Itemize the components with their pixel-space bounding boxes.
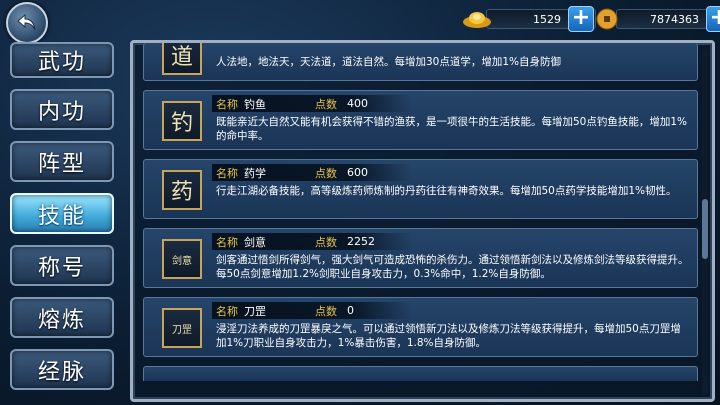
scrollbar[interactable] xyxy=(702,49,708,395)
medicine-skill-icon: 药 xyxy=(162,170,202,210)
back-arrow-icon xyxy=(17,13,36,31)
skill-description: 浸淫刀法养成的刀罡暴戾之气。可以通过领悟新刀法以及修炼刀法等级获得提升，每增加5… xyxy=(216,323,681,349)
skill-header: 名称 刀罡 点数 0 xyxy=(212,302,412,319)
ingot-currency: 1529 + xyxy=(462,6,596,32)
tab-formation[interactable]: 阵型 xyxy=(10,141,114,182)
skill-item-fishing[interactable]: 钓 名称 钓鱼 点数 400 既能亲近大自然又能有机会获得不错的渔获，是一项很牛… xyxy=(143,90,698,150)
fishing-skill-icon: 钓 xyxy=(162,101,202,141)
skill-item-medicine[interactable]: 药 名称 药学 点数 600 行走江湖必备技能，高等级炼药师炼制的丹药往往有神奇… xyxy=(143,159,698,219)
points-label: 点数 xyxy=(315,304,337,318)
skill-name: 刀罡 xyxy=(244,304,266,318)
tab-smelting[interactable]: 熔炼 xyxy=(10,297,114,338)
skill-description: 行走江湖必备技能，高等级炼药师炼制的丹药往往有神奇效果。每增加50点药学技能增加… xyxy=(216,185,677,197)
skill-list-panel[interactable]: 道 人法地，地法天，天法道，道法自然。每增加30点道学，增加1%自身防御 钓 名… xyxy=(130,40,715,402)
sword-intent-skill-icon: 剑意 xyxy=(162,239,202,279)
skill-name: 药学 xyxy=(244,166,266,180)
points-label: 点数 xyxy=(315,166,337,180)
back-button[interactable] xyxy=(6,2,48,44)
category-tabs: 武功 内功 阵型 技能 称号 熔炼 经脉 xyxy=(10,42,114,401)
blade-aura-skill-icon: 刀罡 xyxy=(162,308,202,348)
points-label: 点数 xyxy=(315,97,337,111)
tab-meridians[interactable]: 经脉 xyxy=(10,349,114,390)
name-label: 名称 xyxy=(216,235,238,249)
copper-coin-icon xyxy=(592,7,622,31)
skill-points: 400 xyxy=(347,97,368,110)
skill-item-sword-intent[interactable]: 剑意 名称 剑意 点数 2252 剑客通过悟剑所得剑气，强大剑气可造成恐怖的杀伤… xyxy=(143,228,698,288)
tab-inner-skill[interactable]: 内功 xyxy=(10,89,114,130)
skill-description: 既能亲近大自然又能有机会获得不错的渔获，是一项很牛的生活技能。每增加50点钓鱼技… xyxy=(216,116,688,142)
skill-points: 0 xyxy=(347,304,354,317)
gold-ingot-icon xyxy=(462,7,492,31)
skill-header: 名称 剑意 点数 2252 xyxy=(212,233,412,250)
name-label: 名称 xyxy=(216,166,238,180)
scrollbar-thumb[interactable] xyxy=(702,199,708,259)
skill-points: 2252 xyxy=(347,235,375,248)
skill-description: 人法地，地法天，天法道，道法自然。每增加30点道学，增加1%自身防御 xyxy=(216,56,562,68)
tab-titles[interactable]: 称号 xyxy=(10,245,114,286)
skill-list[interactable]: 道 人法地，地法天，天法道，道法自然。每增加30点道学，增加1%自身防御 钓 名… xyxy=(143,43,698,381)
add-coins-button[interactable]: + xyxy=(706,6,720,32)
skill-name: 钓鱼 xyxy=(244,97,266,111)
add-ingots-button[interactable]: + xyxy=(568,6,594,32)
tab-martial-arts[interactable]: 武功 xyxy=(10,42,114,78)
next-skill-item-partial[interactable] xyxy=(143,366,698,381)
name-label: 名称 xyxy=(216,97,238,111)
skill-item-blade-aura[interactable]: 刀罡 名称 刀罡 点数 0 浸淫刀法养成的刀罡暴戾之气。可以通过领悟新刀法以及修… xyxy=(143,297,698,357)
skill-name: 剑意 xyxy=(244,235,266,249)
dao-skill-icon: 道 xyxy=(162,43,202,75)
skill-header: 名称 药学 点数 600 xyxy=(212,164,412,181)
coin-amount: 7874363 xyxy=(616,9,720,29)
skill-description: 剑客通过悟剑所得剑气，强大剑气可造成恐怖的杀伤力。通过领悟新剑法以及修炼剑法等级… xyxy=(216,254,689,280)
tab-skills[interactable]: 技能 xyxy=(10,193,114,234)
points-label: 点数 xyxy=(315,235,337,249)
name-label: 名称 xyxy=(216,304,238,318)
skill-points: 600 xyxy=(347,166,368,179)
skill-item-dao[interactable]: 道 人法地，地法天，天法道，道法自然。每增加30点道学，增加1%自身防御 xyxy=(143,43,698,81)
coin-currency: 7874363 + xyxy=(592,6,720,32)
skill-header: 名称 钓鱼 点数 400 xyxy=(212,95,412,112)
